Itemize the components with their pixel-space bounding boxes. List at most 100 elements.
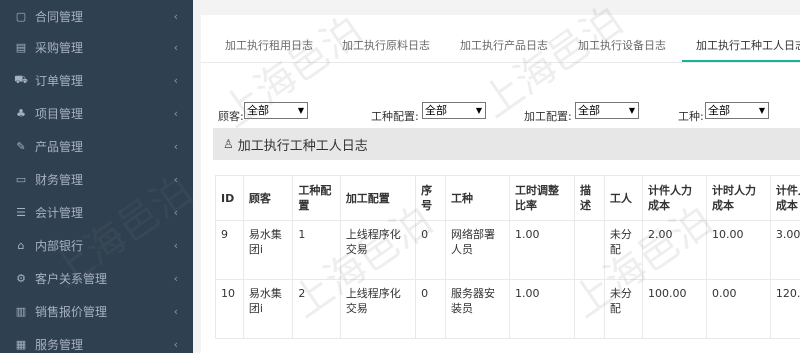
- tab-rental-log[interactable]: 加工执行租用日志: [225, 31, 313, 61]
- worker-log-table: ID 顾客 工种配置 加工配置 序号 工种 工时调整比率 描述 工人 计件人力成…: [215, 175, 800, 339]
- table-cell: 100.00: [642, 279, 707, 339]
- cogs-icon: ⚙: [16, 272, 26, 285]
- column-header[interactable]: ID: [215, 175, 244, 221]
- sitemap-icon: ♣: [16, 107, 26, 120]
- filter-worktype-config-label: 工种配置:: [371, 110, 419, 123]
- chevron-left-icon: ‹: [173, 272, 178, 285]
- sidebar-item-order[interactable]: ⛟ 订单管理 ‹: [0, 64, 193, 97]
- section-title: 加工执行工种工人日志: [237, 138, 368, 154]
- filter-bar: 顾客: 全部 ▼ 工种配置: 全部 ▼ 加工配置: 全部 ▼ 工种: 全部 ▼: [201, 102, 800, 127]
- sidebar-item-label: 项目管理: [35, 107, 84, 121]
- table-row[interactable]: 10 易水集团i 2 上线程序化交易 0 服务器安装员 1.00 未分配 100…: [215, 279, 800, 339]
- chevron-left-icon: ‹: [173, 338, 178, 351]
- user-icon: ♙: [223, 137, 234, 151]
- dropdown-arrow-icon: ▼: [475, 106, 482, 115]
- tab-worker-log[interactable]: 加工执行工种工人日志: [696, 31, 800, 61]
- column-header[interactable]: 工种配置: [292, 175, 341, 221]
- chevron-left-icon: ‹: [173, 140, 178, 153]
- sidebar-item-product[interactable]: ✎ 产品管理 ‹: [0, 130, 193, 163]
- column-header[interactable]: 描述: [573, 175, 605, 221]
- sidebar-item-purchase[interactable]: ▤ 采购管理 ‹: [0, 31, 193, 64]
- sidebar-item-crm[interactable]: ⚙ 客户关系管理 ‹: [0, 262, 193, 295]
- chevron-left-icon: ‹: [173, 173, 178, 186]
- tab-material-log[interactable]: 加工执行原料日志: [342, 31, 430, 61]
- filter-worktype-select[interactable]: 全部 ▼: [705, 102, 769, 119]
- sidebar-item-label: 合同管理: [35, 10, 84, 24]
- content-panel: 加工执行租用日志 加工执行原料日志 加工执行产品日志 加工执行设备日志 加工执行…: [201, 15, 800, 353]
- chevron-left-icon: ‹: [173, 107, 178, 120]
- sidebar-item-internal-bank[interactable]: ⌂ 内部银行 ‹: [0, 229, 193, 262]
- table-cell: 9: [215, 220, 244, 280]
- tab-equipment-log[interactable]: 加工执行设备日志: [578, 31, 666, 61]
- sidebar-item-label: 销售报价管理: [35, 305, 108, 319]
- service-icon: ▦: [15, 338, 27, 351]
- table-cell: 未分配: [603, 279, 644, 339]
- column-header[interactable]: 序号: [415, 175, 447, 221]
- chevron-left-icon: ‹: [173, 239, 178, 252]
- sidebar-item-service[interactable]: ▦ 服务管理 ‹: [0, 328, 193, 353]
- tab-bar: 加工执行租用日志 加工执行原料日志 加工执行产品日志 加工执行设备日志 加工执行…: [201, 31, 800, 63]
- tab-product-log[interactable]: 加工执行产品日志: [460, 31, 548, 61]
- column-header[interactable]: 加工配置: [339, 175, 417, 221]
- table-cell: 1: [292, 220, 341, 280]
- column-header[interactable]: 工人: [603, 175, 644, 221]
- table-cell: 1.00: [508, 220, 575, 280]
- table-cell: [573, 220, 605, 280]
- tabs-divider: [201, 62, 800, 63]
- bank-icon: ⌂: [17, 239, 25, 252]
- filter-process-config-select[interactable]: 全部 ▼: [575, 102, 639, 119]
- sidebar-item-finance[interactable]: ▭ 财务管理 ‹: [0, 163, 193, 196]
- sidebar-item-label: 订单管理: [35, 74, 84, 88]
- table-row[interactable]: 9 易水集团i 1 上线程序化交易 0 网络部署人员 1.00 未分配 2.00…: [215, 220, 800, 280]
- chevron-left-icon: ‹: [173, 305, 178, 318]
- table-cell: 未分配: [603, 220, 644, 280]
- column-header[interactable]: 计件人力成本: [769, 175, 800, 221]
- sidebar-item-label: 客户关系管理: [35, 272, 108, 286]
- column-header[interactable]: 顾客: [242, 175, 294, 221]
- active-tab-indicator: [682, 60, 800, 62]
- sidebar: ▢ 合同管理 ‹ ▤ 采购管理 ‹ ⛟ 订单管理 ‹ ♣ 项目管理 ‹ ✎ 产品…: [0, 0, 193, 353]
- table-cell: 上线程序化交易: [339, 220, 417, 280]
- sidebar-item-quotation[interactable]: ▥ 销售报价管理 ‹: [0, 295, 193, 328]
- edit-icon: ✎: [16, 140, 26, 153]
- sidebar-item-label: 会计管理: [35, 206, 84, 220]
- cart-icon: ⛟: [14, 73, 28, 86]
- sidebar-item-project[interactable]: ♣ 项目管理 ‹: [0, 97, 193, 130]
- table-cell: 1.00: [508, 279, 575, 339]
- filter-process-config-label: 加工配置:: [524, 110, 572, 123]
- dropdown-arrow-icon: ▼: [297, 106, 304, 115]
- table-cell: 3.00: [769, 220, 800, 280]
- column-header[interactable]: 工时调整比率: [508, 175, 575, 221]
- column-header[interactable]: 工种: [445, 175, 510, 221]
- sidebar-item-label: 产品管理: [35, 140, 84, 154]
- sidebar-item-accounting[interactable]: ☰ 会计管理 ‹: [0, 196, 193, 229]
- filter-worktype-config-select[interactable]: 全部 ▼: [422, 102, 486, 119]
- dropdown-arrow-icon: ▼: [758, 106, 765, 115]
- filter-customer-label: 顾客:: [218, 110, 244, 123]
- table-cell: 服务器安装员: [445, 279, 510, 339]
- table-cell: 上线程序化交易: [339, 279, 417, 339]
- document-icon: ▢: [15, 10, 27, 23]
- chevron-left-icon: ‹: [173, 206, 178, 219]
- list-icon: ▤: [15, 41, 27, 54]
- sidebar-item-label: 财务管理: [35, 173, 84, 187]
- sidebar-item-label: 内部银行: [35, 239, 84, 253]
- dropdown-arrow-icon: ▼: [628, 106, 635, 115]
- column-header[interactable]: 计时人力成本: [705, 175, 771, 221]
- app-window: ▢ 合同管理 ‹ ▤ 采购管理 ‹ ⛟ 订单管理 ‹ ♣ 项目管理 ‹ ✎ 产品…: [0, 0, 800, 353]
- column-header[interactable]: 计件人力成本: [642, 175, 707, 221]
- main-content: 加工执行租用日志 加工执行原料日志 加工执行产品日志 加工执行设备日志 加工执行…: [193, 0, 800, 353]
- sidebar-item-label: 采购管理: [35, 41, 84, 55]
- filter-worktype-label: 工种:: [678, 110, 704, 123]
- table-cell: 120.: [769, 279, 800, 339]
- table-cell: 网络部署人员: [445, 220, 510, 280]
- chevron-left-icon: ‹: [173, 74, 178, 87]
- table-cell: [573, 279, 605, 339]
- table-cell: 易水集团i: [242, 220, 294, 280]
- table-cell: 0: [415, 220, 447, 280]
- table-cell: 10: [215, 279, 244, 339]
- table-cell: 2: [292, 279, 341, 339]
- filter-customer-select[interactable]: 全部 ▼: [244, 102, 308, 119]
- sidebar-item-contract[interactable]: ▢ 合同管理 ‹: [0, 0, 193, 33]
- calculator-icon: ☰: [16, 206, 26, 219]
